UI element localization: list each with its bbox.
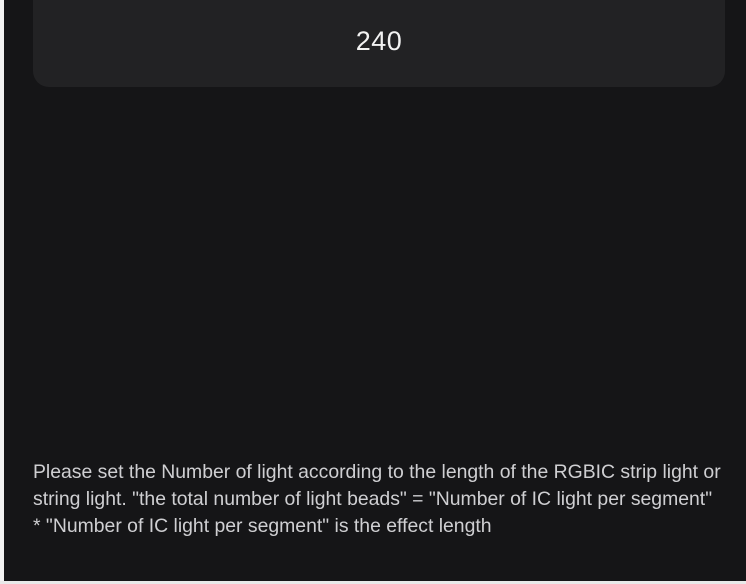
helper-description: Please set the Number of light according… [33,461,721,537]
light-count-input[interactable]: 240 [33,0,725,87]
light-count-value: 240 [355,26,403,56]
screen-edge [0,0,4,584]
